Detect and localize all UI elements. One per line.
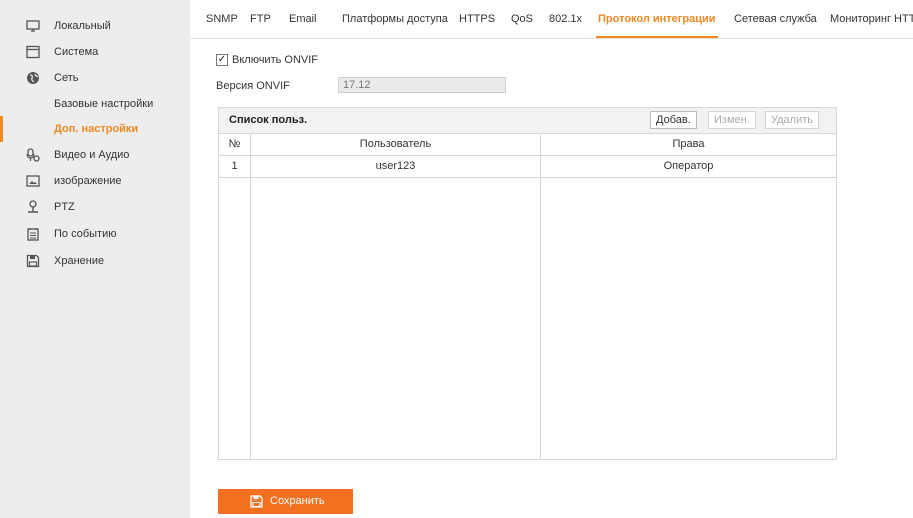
- delete-user-button[interactable]: Удалить: [765, 111, 819, 129]
- sidebar-item-local[interactable]: Локальный: [0, 13, 190, 39]
- image-icon: [26, 175, 40, 187]
- edit-user-button[interactable]: Измен.: [708, 111, 756, 129]
- tab-8021x[interactable]: 802.1x: [549, 0, 582, 37]
- tab-network-service[interactable]: Сетевая служба: [734, 0, 817, 37]
- sidebar-item-network[interactable]: Сеть: [0, 65, 190, 91]
- column-divider: [250, 133, 251, 459]
- event-icon: [27, 228, 39, 241]
- sidebar-item-ptz[interactable]: PTZ: [0, 194, 190, 220]
- sidebar: Локальный Система Сеть Базовые настройки…: [0, 0, 190, 518]
- tab-http-monitoring[interactable]: Мониторинг HTTP: [830, 0, 913, 37]
- sidebar-item-label: Видео и Аудио: [54, 149, 130, 161]
- enable-onvif-checkbox[interactable]: ✓: [216, 54, 228, 66]
- row-rights: Оператор: [663, 160, 714, 172]
- add-user-button[interactable]: Добав.: [650, 111, 697, 129]
- sidebar-item-storage[interactable]: Хранение: [0, 248, 190, 274]
- sidebar-item-label: изображение: [54, 175, 122, 187]
- sidebar-item-video-audio[interactable]: Видео и Аудио: [0, 142, 190, 168]
- column-header-user: Пользователь: [359, 138, 432, 150]
- save-icon: [250, 495, 263, 508]
- sidebar-item-basic-settings[interactable]: Базовые настройки: [0, 91, 190, 117]
- column-divider: [540, 133, 541, 459]
- tab-integration-protocol[interactable]: Протокол интеграции: [596, 0, 718, 38]
- user-list-header: Список польз. Добав. Измен. Удалить: [219, 108, 836, 134]
- column-header-number: №: [228, 138, 241, 150]
- save-label: Сохранить: [270, 495, 325, 507]
- tab-ftp[interactable]: FTP: [250, 0, 271, 37]
- ptz-icon: [28, 200, 38, 213]
- tab-email[interactable]: Email: [289, 0, 317, 37]
- sidebar-item-label: Локальный: [54, 20, 111, 32]
- sidebar-item-label: Система: [54, 46, 99, 58]
- tab-https[interactable]: HTTPS: [459, 0, 495, 37]
- tab-snmp[interactable]: SNMP: [206, 0, 238, 37]
- tab-access-platforms[interactable]: Платформы доступа: [342, 0, 448, 37]
- sidebar-item-label: Сеть: [54, 72, 79, 84]
- system-icon: [26, 45, 40, 59]
- row-user: user123: [375, 160, 416, 172]
- sidebar-item-label: Базовые настройки: [54, 98, 154, 110]
- sidebar-item-system[interactable]: Система: [0, 39, 190, 65]
- sidebar-item-label: PTZ: [54, 201, 75, 213]
- onvif-version-field[interactable]: [338, 77, 506, 93]
- tab-qos[interactable]: QoS: [511, 0, 533, 37]
- row-divider: [219, 177, 836, 178]
- user-list-title: Список польз.: [229, 114, 308, 126]
- storage-icon: [26, 254, 40, 268]
- tab-bar: SNMP FTP Email Платформы доступа HTTPS Q…: [190, 0, 913, 39]
- user-list-panel: Список польз. Добав. Измен. Удалить № По…: [218, 107, 837, 460]
- sidebar-item-image[interactable]: изображение: [0, 168, 190, 194]
- onvif-version-label: Версия ONVIF: [216, 80, 290, 92]
- sidebar-item-advanced-settings[interactable]: Доп. настройки: [0, 116, 190, 142]
- video-audio-icon: [26, 148, 40, 162]
- sidebar-item-label: По событию: [54, 228, 117, 240]
- column-header-rights: Права: [672, 138, 705, 150]
- row-number: 1: [231, 160, 238, 172]
- save-button[interactable]: Сохранить: [218, 489, 353, 514]
- sidebar-item-label: Хранение: [54, 255, 105, 267]
- sidebar-item-event[interactable]: По событию: [0, 221, 190, 247]
- enable-onvif-label: Включить ONVIF: [232, 54, 319, 66]
- globe-icon: [27, 72, 39, 84]
- monitor-icon: [26, 20, 40, 32]
- sidebar-item-label: Доп. настройки: [54, 123, 139, 135]
